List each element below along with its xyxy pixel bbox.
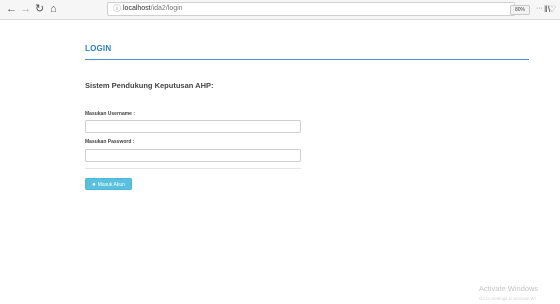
reload-icon[interactable]: ↻	[35, 2, 44, 16]
login-button-label: Masuk Akun	[97, 182, 125, 188]
address-bar[interactable]: ⓘ localhost/ida2/login 80% ··· ♡ ☆	[107, 2, 556, 16]
library-icon[interactable]: ‖\	[544, 2, 550, 16]
form-heading: Sistem Pendukung Keputusan AHP:	[85, 81, 214, 90]
info-icon[interactable]: ⓘ	[113, 3, 121, 15]
user-icon: ●	[92, 182, 96, 188]
browser-toolbar: ← → ↻ ⌂ ⓘ localhost/ida2/login 80% ··· ♡…	[0, 0, 560, 20]
form-divider	[85, 168, 301, 169]
username-field[interactable]	[85, 120, 301, 133]
title-divider	[85, 59, 529, 60]
username-label: Masukan Username :	[85, 111, 136, 117]
home-icon[interactable]: ⌂	[50, 2, 57, 16]
page-title: LOGIN	[85, 44, 112, 53]
password-label: Masukan Password :	[85, 139, 135, 145]
url-text: localhost/ida2/login	[123, 3, 183, 15]
back-arrow-icon[interactable]: ←	[6, 2, 17, 16]
password-field[interactable]	[85, 149, 301, 162]
more-options-button[interactable]: ···	[536, 3, 543, 15]
url-host: localhost	[123, 5, 151, 12]
login-button[interactable]: ● Masuk Akun	[85, 178, 132, 190]
url-path: /ida2/login	[150, 5, 183, 12]
activation-watermark-subtitle: Go to Settings to activate Wi	[479, 296, 536, 301]
forward-arrow-icon[interactable]: →	[20, 2, 31, 16]
zoom-badge[interactable]: 80%	[510, 5, 530, 15]
activation-watermark-title: Activate Windows	[479, 284, 539, 293]
